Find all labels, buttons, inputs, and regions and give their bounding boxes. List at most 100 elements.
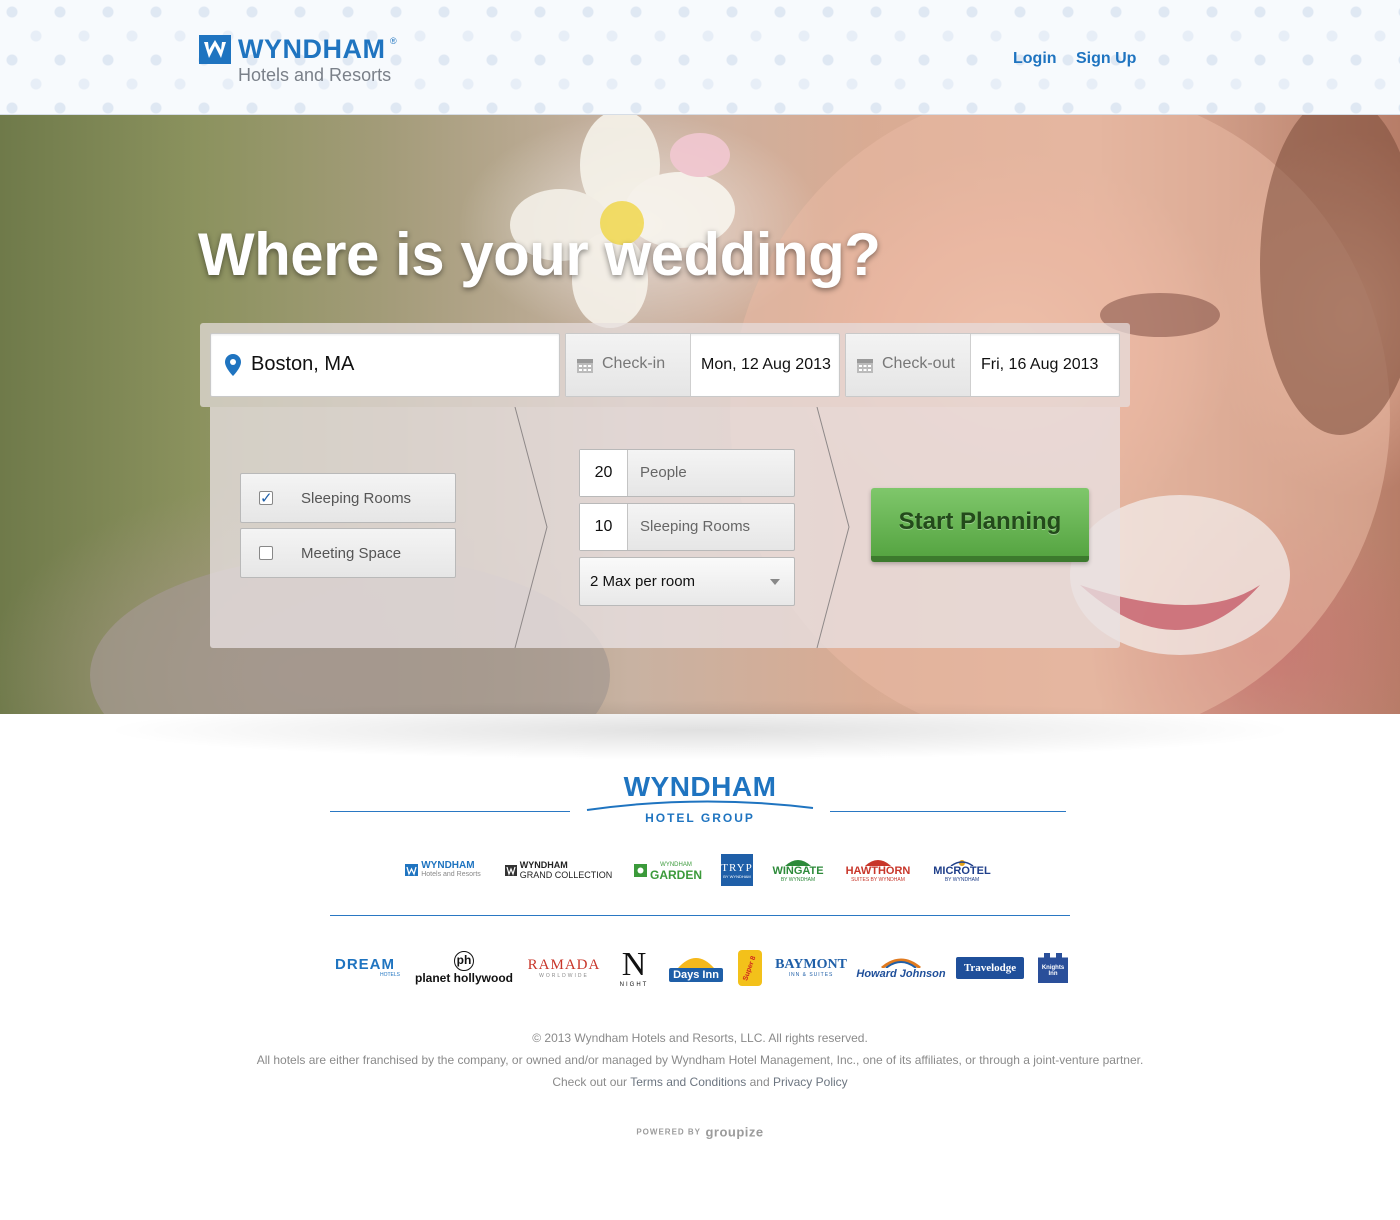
brand-label: BY WYNDHAM bbox=[780, 876, 816, 883]
max-per-room-value: 2 Max per room bbox=[590, 573, 696, 590]
brand-ramada[interactable]: RAMADA WORLDWIDE bbox=[527, 956, 601, 979]
group-rule-left bbox=[330, 811, 570, 812]
location-input[interactable]: Boston, MA bbox=[210, 333, 560, 397]
powered-by-groupize[interactable]: POWERED BY groupize bbox=[0, 1123, 1400, 1141]
brand-label: GARDEN bbox=[649, 868, 702, 882]
brand-night[interactable]: N NIGHT bbox=[614, 948, 654, 989]
checkin-label: Check-in bbox=[602, 355, 666, 372]
group-rule-right bbox=[830, 811, 1066, 812]
checkin-label-box: Check-in bbox=[566, 334, 691, 396]
brand-howard-johnson[interactable]: Howard Johnson bbox=[856, 956, 946, 980]
brand-row-primary: WYNDHAM Hotels and Resorts WYNDHAM GRAND… bbox=[400, 853, 995, 887]
privacy-link[interactable]: Privacy Policy bbox=[773, 1075, 848, 1089]
brand-label: BY WYNDHAM bbox=[944, 876, 980, 883]
brand-label: WORLDWIDE bbox=[539, 972, 589, 979]
wyndham-w-icon bbox=[199, 35, 231, 64]
brand-row-secondary: DREAM HOTELS ph planet hollywood RAMADA … bbox=[330, 944, 1068, 992]
login-link[interactable]: Login bbox=[1013, 50, 1057, 68]
brand-wyndham-grand[interactable]: WYNDHAM GRAND COLLECTION bbox=[502, 860, 615, 880]
site-header: WYNDHAM ® Hotels and Resorts Login Sign … bbox=[0, 0, 1400, 115]
check-icon: ✓ bbox=[260, 490, 273, 507]
brand-label: RAMADA bbox=[527, 956, 601, 973]
people-count-input[interactable]: 20 bbox=[580, 450, 628, 496]
brand-label: SUITES BY WYNDHAM bbox=[851, 876, 905, 883]
brand-hawthorn[interactable]: HAWTHORN SUITES BY WYNDHAM bbox=[843, 858, 913, 883]
brand-label: BAYMONT bbox=[775, 957, 847, 972]
hotel-group-logo-subtitle: HOTEL GROUP bbox=[645, 811, 755, 825]
brand-days-inn[interactable]: Days Inn bbox=[668, 954, 724, 982]
brand-wyndham-grand-icon bbox=[504, 864, 517, 876]
sleeping-rooms-checkbox[interactable]: ✓ Sleeping Rooms bbox=[240, 473, 456, 523]
calendar-icon bbox=[577, 359, 593, 373]
brand-label: WINGATE bbox=[772, 864, 824, 877]
brand-label: HOTELS bbox=[379, 972, 400, 978]
brand-label: BY WYNDHAM bbox=[723, 873, 751, 879]
logo-subtitle: Hotels and Resorts bbox=[238, 65, 392, 85]
brand-label: Hotels and Resorts bbox=[421, 871, 481, 878]
rooms-field: 10 Sleeping Rooms bbox=[579, 503, 795, 551]
brand-label: Travelodge bbox=[963, 962, 1017, 974]
rooms-count-input[interactable]: 10 bbox=[580, 504, 628, 550]
checkin-value: Mon, 12 Aug 2013 bbox=[701, 356, 831, 373]
brand-label: WYNDHAM bbox=[421, 860, 475, 871]
people-label: People bbox=[640, 464, 687, 481]
brand-label: INN & SUITES bbox=[788, 972, 834, 978]
checkout-field[interactable]: Check-out Fri, 16 Aug 2013 bbox=[845, 333, 1120, 397]
people-field: 20 People bbox=[579, 449, 795, 497]
brand-label: Super 8 bbox=[742, 954, 758, 982]
checkbox-unchecked[interactable] bbox=[259, 546, 273, 560]
brand-label: TRYP bbox=[721, 861, 753, 874]
map-pin-icon bbox=[225, 354, 241, 376]
brand-planet-hollywood[interactable]: ph planet hollywood bbox=[414, 951, 514, 985]
search-bar: Boston, MA Check-in Mon, 12 Aug 2013 Che… bbox=[200, 323, 1130, 407]
brand-label: ph bbox=[454, 951, 474, 971]
brand-super-8[interactable]: Super 8 bbox=[738, 950, 762, 986]
brand-wyndham-hotels-icon bbox=[405, 864, 419, 876]
brand-label: NIGHT bbox=[619, 982, 649, 988]
terms-prefix: Check out our bbox=[552, 1075, 628, 1089]
terms-and: and bbox=[749, 1075, 770, 1089]
brand-wyndham-hotels[interactable]: WYNDHAM Hotels and Resorts bbox=[400, 861, 486, 879]
checkin-field[interactable]: Check-in Mon, 12 Aug 2013 bbox=[565, 333, 840, 397]
brand-knights-inn[interactable]: Knights Inn bbox=[1038, 953, 1068, 983]
hero-headline: Where is your wedding? bbox=[198, 221, 881, 288]
brand-tryp[interactable]: TRYP BY WYNDHAM bbox=[721, 854, 753, 886]
meeting-space-checkbox[interactable]: Meeting Space bbox=[240, 528, 456, 578]
meeting-space-option-label: Meeting Space bbox=[301, 545, 402, 562]
hero-banner: Where is your wedding? Boston, MA Check-… bbox=[0, 115, 1400, 714]
terms-line: Check out our Terms and Conditions and P… bbox=[0, 1075, 1400, 1089]
terms-link[interactable]: Terms and Conditions bbox=[630, 1075, 746, 1089]
brand-baymont[interactable]: BAYMONT INN & SUITES bbox=[775, 957, 847, 979]
groupize-logo: groupize bbox=[705, 1124, 764, 1140]
franchise-disclaimer: All hotels are either franchised by the … bbox=[256, 1053, 1144, 1067]
location-value: Boston, MA bbox=[251, 353, 355, 375]
brand-days-inn-sun-icon bbox=[678, 958, 714, 968]
copyright-text: © 2013 Wyndham Hotels and Resorts, LLC. … bbox=[532, 1031, 868, 1045]
brand-label: WYNDHAM bbox=[519, 860, 568, 870]
brand-label: MICROTEL bbox=[933, 864, 991, 877]
dropdown-caret-icon bbox=[770, 579, 780, 585]
checkout-label: Check-out bbox=[882, 355, 955, 372]
checkout-value: Fri, 16 Aug 2013 bbox=[981, 356, 1099, 373]
rooms-label: Sleeping Rooms bbox=[640, 518, 751, 535]
brand-hojo-rainbow-icon bbox=[881, 958, 921, 968]
brand-wingate[interactable]: WINGATE BY WYNDHAM bbox=[769, 858, 827, 883]
options-panel: ✓ Sleeping Rooms Meeting Space 20 People… bbox=[210, 407, 1120, 648]
max-per-room-select[interactable]: 2 Max per room bbox=[579, 557, 795, 606]
checkbox-checked[interactable]: ✓ bbox=[259, 490, 273, 507]
logo-registered-mark: ® bbox=[390, 36, 397, 46]
sleeping-rooms-option-label: Sleeping Rooms bbox=[301, 490, 412, 507]
brand-dream[interactable]: DREAM HOTELS bbox=[330, 956, 400, 978]
signup-link[interactable]: Sign Up bbox=[1076, 50, 1136, 68]
hotel-group-swoosh bbox=[586, 800, 814, 811]
brand-microtel[interactable]: MICROTEL BY WYNDHAM bbox=[929, 858, 995, 883]
brand-label: Inn bbox=[1048, 971, 1058, 977]
start-planning-button[interactable]: Start Planning bbox=[871, 488, 1089, 562]
checkout-label-box: Check-out bbox=[846, 334, 971, 396]
brand-divider bbox=[330, 915, 1070, 916]
hero-drop-shadow bbox=[100, 700, 1300, 760]
brand-wyndham-garden[interactable]: WYNDHAM GARDEN bbox=[631, 860, 705, 882]
brand-travelodge[interactable]: Travelodge bbox=[956, 957, 1024, 979]
brand-label: DREAM bbox=[335, 956, 395, 973]
brand-label: Days Inn bbox=[669, 968, 723, 982]
